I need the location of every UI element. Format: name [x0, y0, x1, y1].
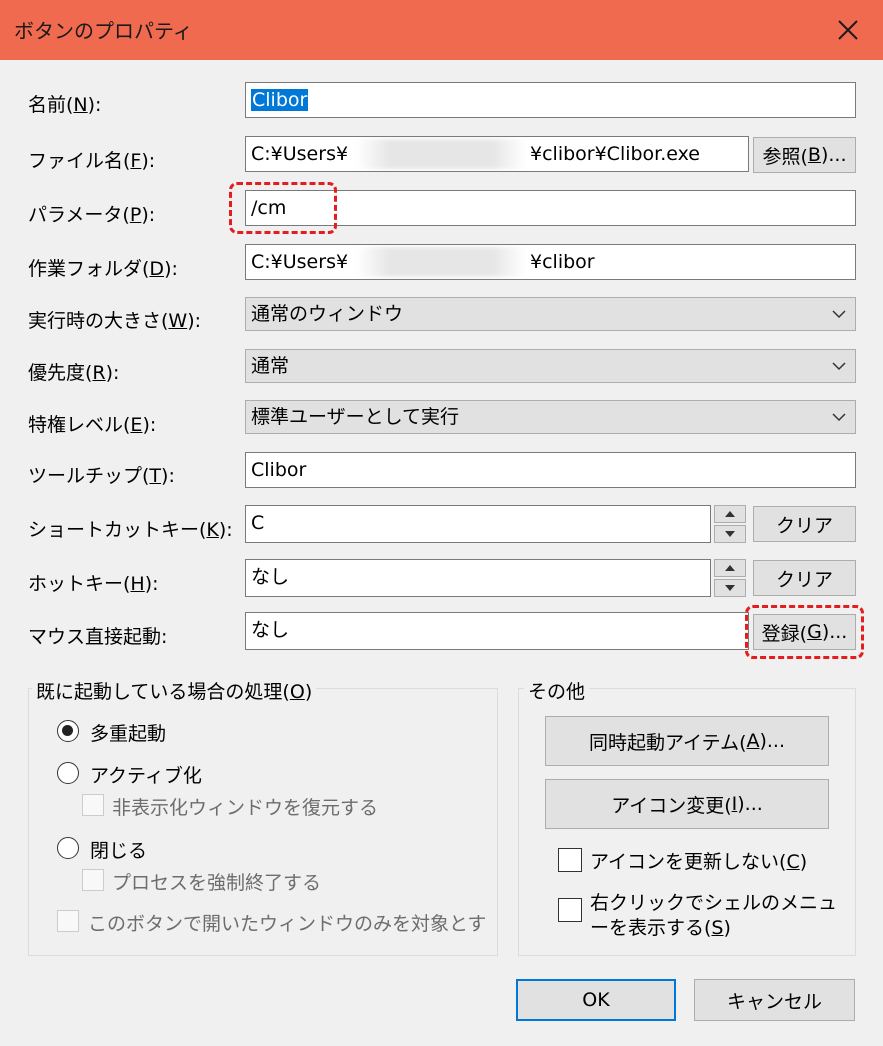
- register-button[interactable]: 登録(G)...: [753, 614, 856, 650]
- name-input[interactable]: Clibor: [245, 82, 856, 118]
- privilege-label: 特権レベル(E):: [28, 414, 157, 436]
- button-properties-dialog: ボタンのプロパティ 名前(N): Clibor ファイル名(F): C:¥Use…: [0, 0, 883, 1046]
- shell-menu-label-line2: ーを表示する(S): [590, 917, 731, 939]
- chevron-down-icon: [832, 362, 846, 371]
- name-label: 名前(N):: [28, 94, 102, 116]
- arrow-down-icon: [725, 531, 735, 537]
- window-title: ボタンのプロパティ: [14, 19, 193, 43]
- mouse-launch-input[interactable]: なし: [245, 612, 749, 650]
- spin-down-button[interactable]: [714, 525, 746, 543]
- workdir-input[interactable]: C:¥Users¥ ¥clibor: [245, 244, 856, 280]
- shell-menu-checkbox[interactable]: [558, 898, 582, 922]
- close-button[interactable]: [813, 0, 883, 60]
- chevron-down-icon: [832, 413, 846, 422]
- arrow-up-icon: [725, 565, 735, 571]
- filename-label: ファイル名(F):: [28, 150, 156, 172]
- hotkey-label: ホットキー(H):: [28, 573, 159, 595]
- title-bar: ボタンのプロパティ: [0, 0, 883, 60]
- spin-down-button[interactable]: [714, 579, 746, 597]
- filename-input[interactable]: C:¥Users¥ ¥clibor¥Clibor.exe: [245, 136, 749, 172]
- radio-close[interactable]: [57, 837, 79, 859]
- chevron-down-icon: [832, 310, 846, 319]
- close-icon: [838, 20, 858, 40]
- browse-button[interactable]: 参照(B)...: [753, 137, 856, 173]
- other-title: その他: [524, 677, 590, 704]
- shortcut-spinner: [714, 505, 746, 543]
- tooltip-label: ツールチップ(T):: [28, 465, 175, 487]
- radio-multi-launch[interactable]: [57, 720, 79, 742]
- arrow-down-icon: [725, 585, 735, 591]
- restore-hidden-checkbox[interactable]: [82, 794, 104, 816]
- no-update-icon-checkbox[interactable]: [558, 848, 582, 872]
- workdir-label: 作業フォルダ(D):: [28, 258, 178, 280]
- force-kill-checkbox[interactable]: [82, 869, 104, 891]
- force-kill-label: プロセスを強制終了する: [112, 872, 322, 894]
- simultaneous-items-button[interactable]: 同時起動アイテム(A)...: [545, 716, 829, 766]
- change-icon-button[interactable]: アイコン変更(I)...: [545, 779, 829, 829]
- privilege-select[interactable]: 標準ユーザーとして実行: [245, 400, 856, 434]
- runsize-select[interactable]: 通常のウィンドウ: [245, 297, 856, 331]
- radio-activate-label: アクティブ化: [90, 765, 202, 787]
- restore-hidden-label: 非表示化ウィンドウを復元する: [112, 797, 379, 819]
- parameter-input[interactable]: /cm: [245, 190, 856, 226]
- radio-multi-launch-label: 多重起動: [90, 723, 167, 745]
- radio-activate[interactable]: [57, 762, 79, 784]
- arrow-up-icon: [725, 511, 735, 517]
- redacted-blur: [356, 247, 526, 277]
- ok-button[interactable]: OK: [516, 979, 676, 1021]
- spin-up-button[interactable]: [714, 505, 746, 523]
- priority-label: 優先度(R):: [28, 362, 120, 384]
- no-update-icon-label: アイコンを更新しない(C): [590, 851, 808, 873]
- shell-menu-label-line1: 右クリックでシェルのメニュ: [590, 892, 838, 914]
- tooltip-input[interactable]: Clibor: [245, 452, 856, 488]
- hotkey-input[interactable]: なし: [245, 559, 711, 597]
- spin-up-button[interactable]: [714, 559, 746, 577]
- priority-select[interactable]: 通常: [245, 349, 856, 383]
- only-window-checkbox[interactable]: [57, 910, 79, 932]
- runsize-label: 実行時の大きさ(W):: [28, 310, 202, 332]
- already-running-title: 既に起動している場合の処理(O): [32, 677, 317, 704]
- mouse-launch-label: マウス直接起動:: [28, 626, 168, 648]
- hotkey-clear-button[interactable]: クリア: [753, 560, 856, 596]
- cancel-button[interactable]: キャンセル: [694, 979, 855, 1021]
- redacted-blur: [356, 139, 526, 169]
- radio-selected-dot: [62, 725, 73, 736]
- parameter-label: パラメータ(P):: [28, 204, 156, 226]
- shortcut-clear-button[interactable]: クリア: [753, 506, 856, 542]
- hotkey-spinner: [714, 559, 746, 597]
- shortcut-label: ショートカットキー(K):: [28, 519, 233, 541]
- only-window-label: このボタンで開いたウィンドウのみを対象とす: [88, 913, 487, 935]
- radio-close-label: 閉じる: [90, 840, 148, 862]
- shortcut-input[interactable]: C: [245, 505, 711, 543]
